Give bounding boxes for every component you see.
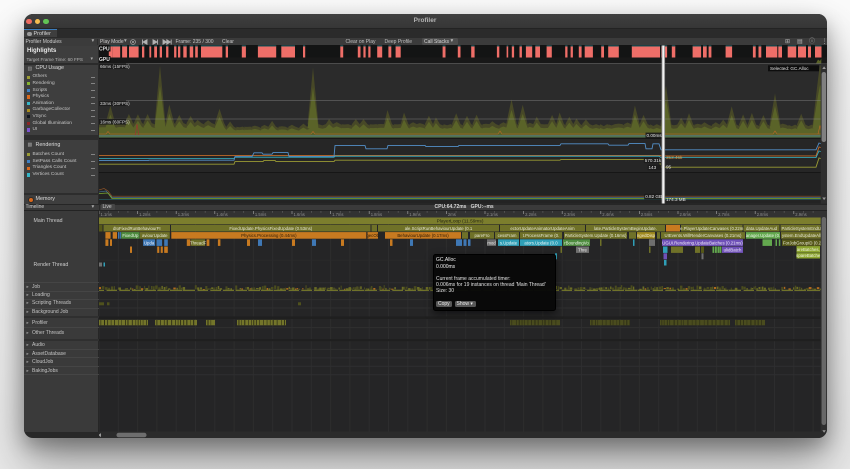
- svg-text:ectorUpdateAnimatorUpdateAnim: ectorUpdateAnimatorUpdateAnim: [510, 225, 575, 230]
- svg-text:1.7ms: 1.7ms: [332, 211, 343, 216]
- svg-text:2.4ms: 2.4ms: [602, 211, 613, 216]
- svg-text:2.2ms: 2.2ms: [525, 211, 536, 216]
- svg-text:Upda: Upda: [144, 240, 155, 245]
- svg-text:143: 143: [649, 165, 657, 170]
- svg-text:ale.ScriptRunBehaviourUpdate (: ale.ScriptRunBehaviourUpdate (0.1: [405, 225, 473, 230]
- svg-text:2.9ms: 2.9ms: [795, 211, 806, 216]
- svg-text:ulidBatch: ulidBatch: [724, 247, 742, 252]
- svg-text:Physics.Processing (0.44ms): Physics.Processing (0.44ms): [241, 233, 297, 238]
- svg-text:GPU: GPU: [99, 57, 110, 63]
- svg-text:data.UpdateAud: data.UpdateAud: [746, 225, 778, 230]
- svg-text:BehaviourUpdate (0.17ms): BehaviourUpdate (0.17ms): [397, 233, 449, 238]
- svg-text:dIoFixedRunBehaviourFI: dIoFixedRunBehaviourFI: [113, 225, 161, 230]
- svg-text:2.6ms: 2.6ms: [680, 211, 691, 216]
- svg-text:anager.Update (0.: anager.Update (0.: [746, 233, 780, 238]
- svg-text:66ms (15FPS): 66ms (15FPS): [100, 64, 130, 69]
- svg-text:33ms (30FPS): 33ms (30FPS): [100, 101, 130, 106]
- svg-text:174.3 MB: 174.3 MB: [666, 197, 686, 202]
- svg-text:late.ParticleSystemBeginUpdate: late.ParticleSystemBeginUpdate.: [594, 225, 657, 230]
- svg-text:570.31k: 570.31k: [645, 158, 662, 163]
- svg-text:1.3ms: 1.3ms: [178, 211, 189, 216]
- svg-text:1.8ms: 1.8ms: [371, 211, 382, 216]
- svg-text:PlayerLoop (11.59ms): PlayerLoop (11.59ms): [437, 218, 484, 224]
- svg-text:1.5ms: 1.5ms: [255, 211, 266, 216]
- svg-text:353.46k: 353.46k: [666, 155, 683, 160]
- svg-text:UIEvents.WillRenderCanvases (0: UIEvents.WillRenderCanvases (0.21ms): [665, 233, 742, 238]
- svg-text:1.4ms: 1.4ms: [216, 211, 227, 216]
- svg-text:2ms: 2ms: [448, 211, 456, 216]
- svg-text:1.6ms: 1.6ms: [294, 211, 305, 216]
- svg-text:Selected: GC.Alloc: Selected: GC.Alloc: [770, 66, 809, 71]
- svg-text:Thre: Thre: [578, 247, 587, 252]
- svg-text:mod: mod: [487, 240, 496, 245]
- svg-text:s.Update: s.Update: [500, 240, 518, 245]
- svg-text:ngedDisp: ngedDisp: [637, 233, 656, 238]
- svg-text:pareFro: pareFro: [474, 233, 490, 238]
- svg-text:FixedUp: FixedUp: [122, 233, 139, 238]
- svg-text:t.ProcessFrame (0.: t.ProcessFrame (0.: [523, 233, 560, 238]
- svg-text:16ms (60FPS): 16ms (60FPS): [100, 119, 130, 124]
- svg-text:CPU: CPU: [99, 46, 110, 52]
- svg-text:1.2ms: 1.2ms: [139, 211, 150, 216]
- svg-text:2.3ms: 2.3ms: [564, 211, 575, 216]
- svg-text:2.5ms: 2.5ms: [641, 211, 652, 216]
- svg-text:2.7ms: 2.7ms: [718, 211, 729, 216]
- svg-text:areBatches,: areBatches,: [797, 247, 820, 252]
- svg-text:ystem.EndUpdateAll: ystem.EndUpdateAll: [782, 233, 821, 238]
- svg-text:0.82 GB: 0.82 GB: [645, 194, 662, 199]
- svg-text:ParticleSystemEndU: ParticleSystemEndU: [782, 225, 821, 230]
- svg-text:2.1ms: 2.1ms: [487, 211, 498, 216]
- svg-text:e.PlayerUpdateCanvases (0.22m: e.PlayerUpdateCanvases (0.22m: [680, 225, 744, 230]
- svg-text:FixedUpdate.PhysicsFixedUpdate: FixedUpdate.PhysicsFixedUpdate (0.53ms): [229, 225, 312, 230]
- svg-text:95: 95: [666, 165, 672, 170]
- svg-text:aviourUpdate: aviourUpdate: [142, 233, 168, 238]
- svg-text:ForJobGroupID (0.2: ForJobGroupID (0.2: [783, 240, 822, 245]
- svg-text:1.9ms: 1.9ms: [409, 211, 420, 216]
- svg-text:ThreadF: ThreadF: [190, 240, 207, 245]
- svg-text:spareBatche: spareBatche: [796, 252, 821, 257]
- svg-text:1.1ms: 1.1ms: [101, 211, 112, 216]
- svg-text:2.8ms: 2.8ms: [757, 211, 768, 216]
- svg-text:UGUI.Rendering.UpdateBatches (: UGUI.Rendering.UpdateBatches (0.21ms): [662, 240, 743, 245]
- svg-text:0.00ms: 0.00ms: [647, 133, 663, 138]
- svg-text:gecOb: gecOb: [366, 233, 379, 238]
- svg-text:ators.Update (0.0: ators.Update (0.0: [524, 240, 558, 245]
- svg-text:ParticleSystem.Update (0.16ms): ParticleSystem.Update (0.16ms): [565, 233, 627, 238]
- svg-text:rBoundingVo: rBoundingVo: [564, 240, 589, 245]
- svg-text:cessFram: cessFram: [498, 233, 517, 238]
